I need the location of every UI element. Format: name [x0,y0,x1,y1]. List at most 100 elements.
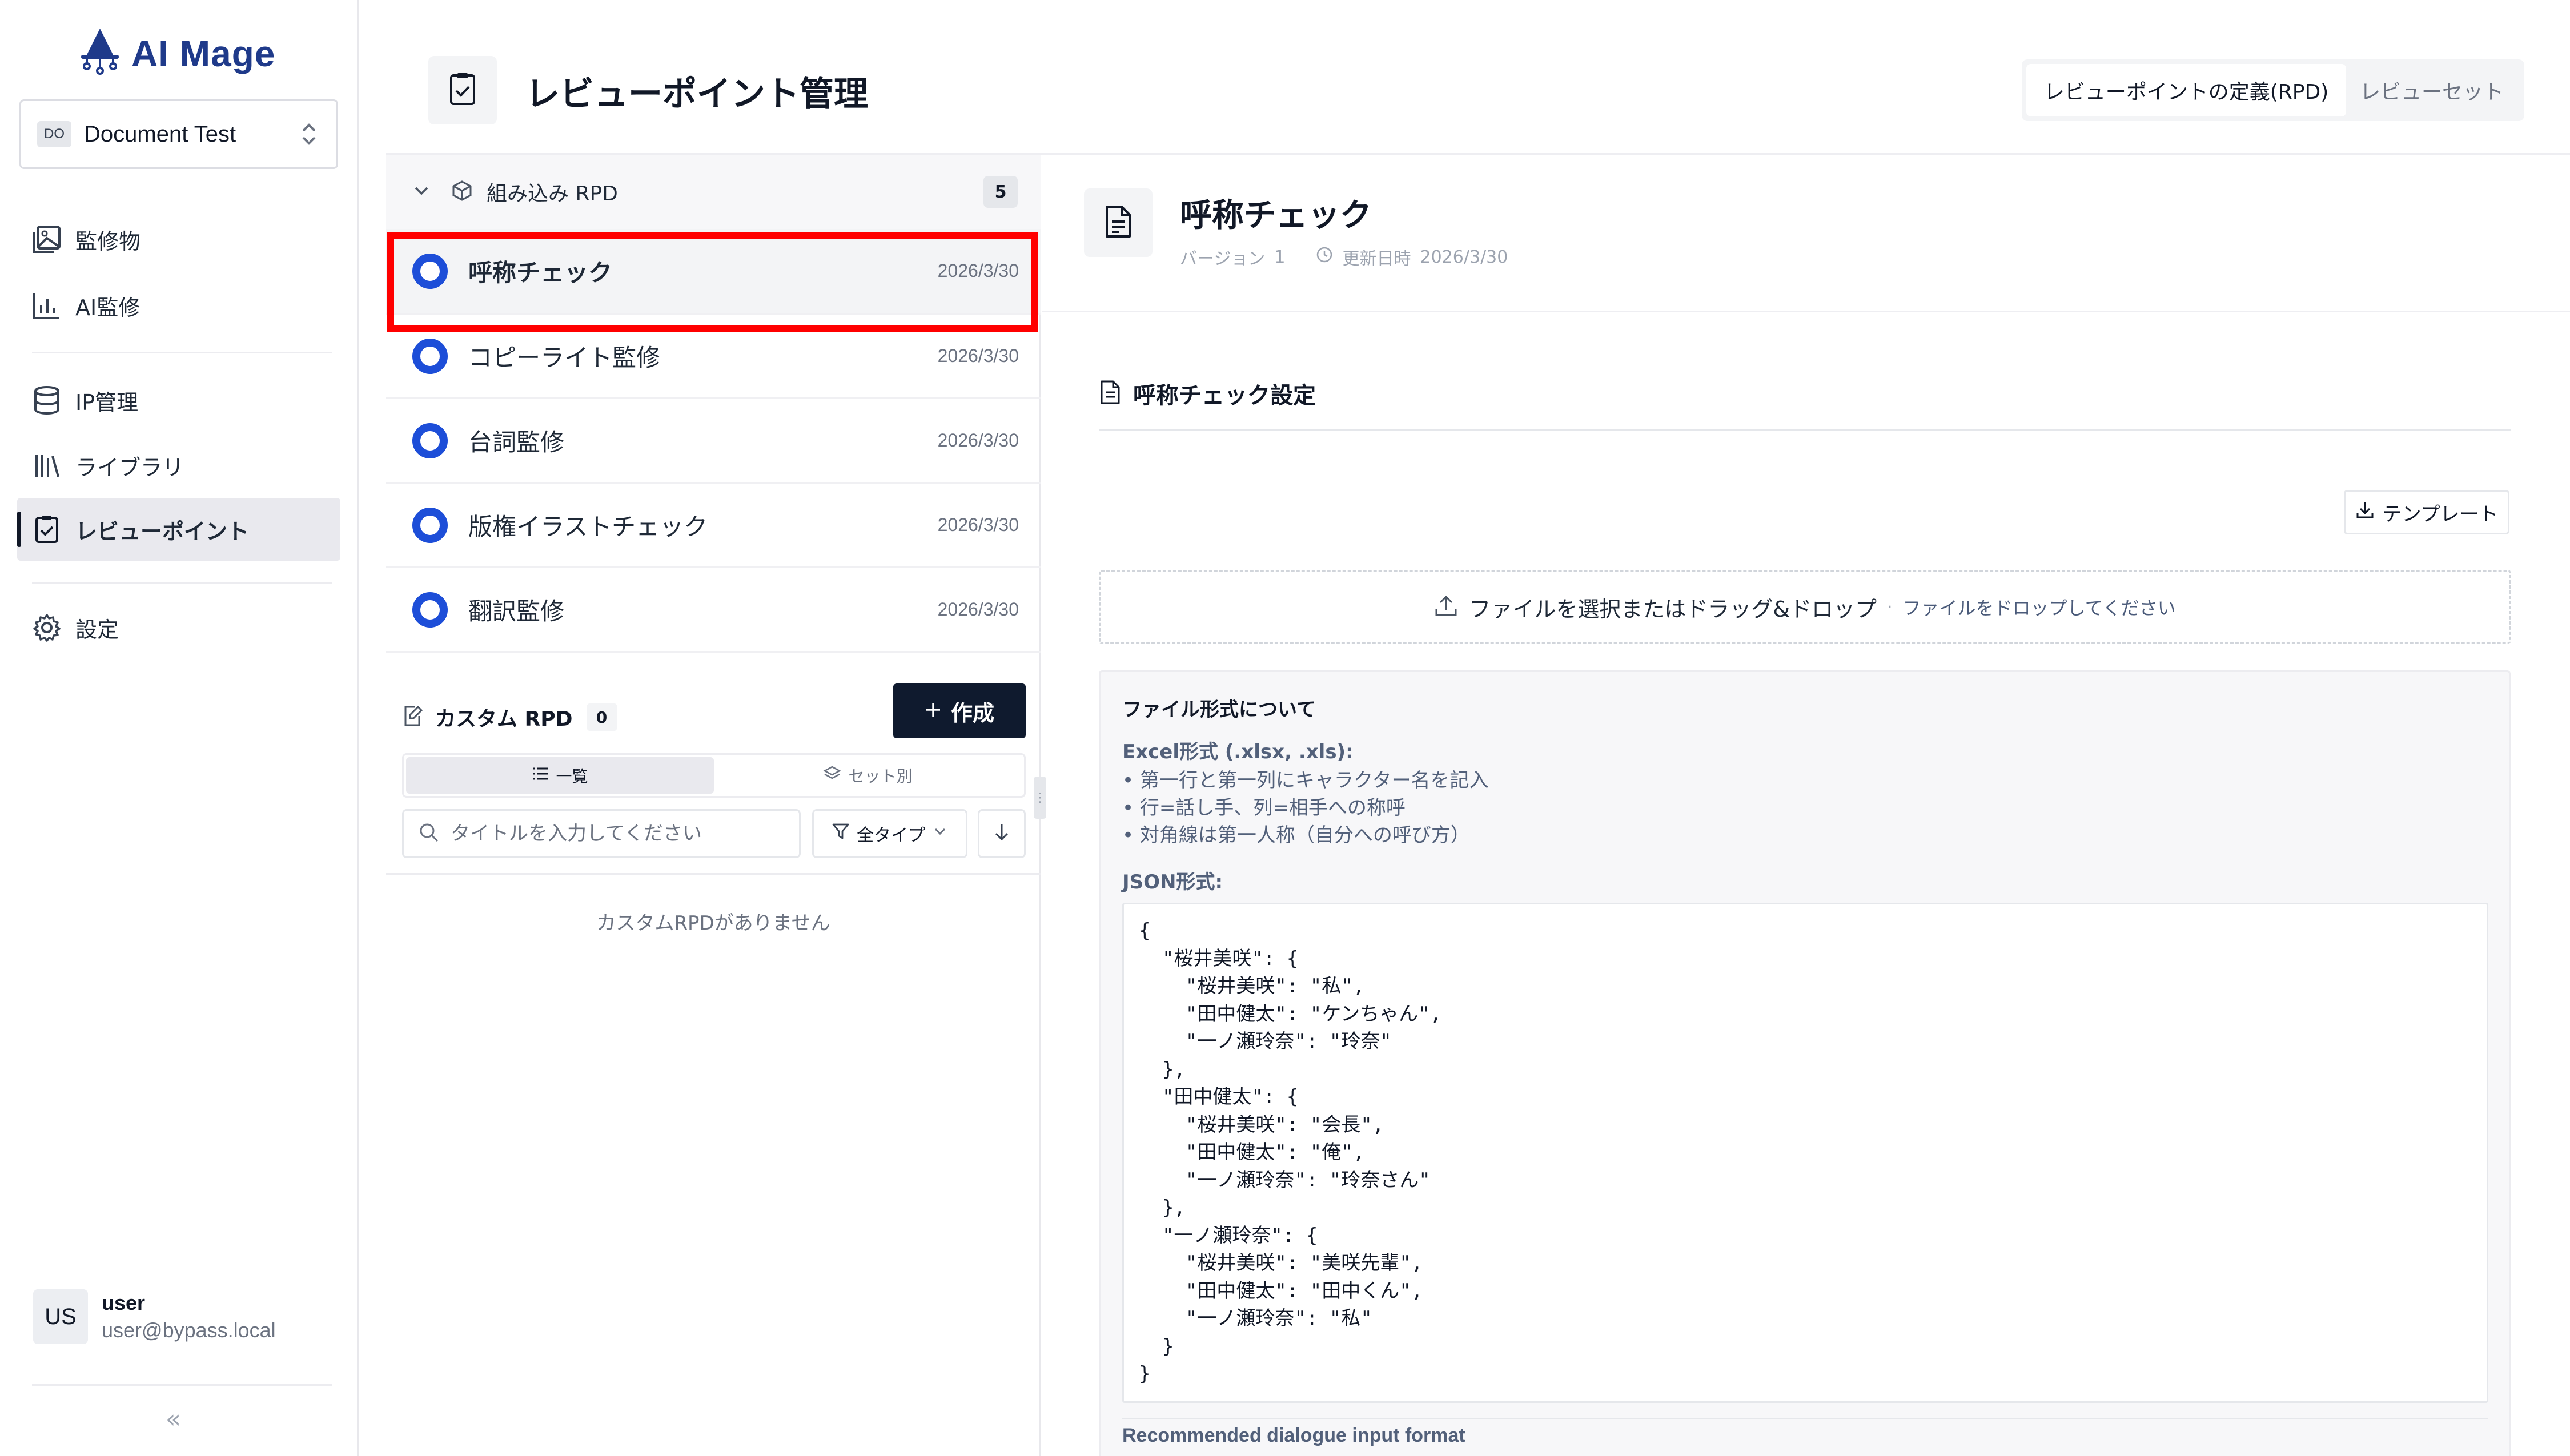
type-filter-value: 全タイプ [857,826,925,846]
dropzone-hint: ファイルをドロップしてください [1902,597,2176,619]
bar-chart-icon [31,289,63,321]
updated-label: 更新日時 [1342,249,1411,269]
version-label: バージョン [1180,249,1266,269]
list-icon [532,766,549,785]
version-value: 1 [1274,247,1286,267]
page-icon [428,56,497,124]
custom-rpd-count: 0 [586,703,617,731]
builtin-rpd-header[interactable]: 組み込み RPD 5 [386,155,1041,229]
search-input[interactable] [451,822,782,845]
detail-title: 呼称チェック [1180,197,1372,234]
rpd-item-naming-check[interactable]: 呼称チェック 2026/3/30 [386,229,1041,315]
sidebar-item-ai-review[interactable]: AI監修 [17,274,340,337]
user-email: user@bypass.local [102,1318,276,1342]
section-divider [1099,429,2511,431]
section-title: 呼称チェック設定 [1133,383,1316,409]
rpd-status-ring-icon [412,338,448,374]
custom-rpd-view-tabs: 一覧 セット別 [402,753,1026,798]
list-item: 対角線は第一人称（自分への呼び方） [1122,822,1489,849]
sidebar-item-ip-management[interactable]: IP管理 [17,369,340,432]
database-icon [31,384,63,416]
dropzone-label: ファイルを選択またはドラッグ&ドロップ [1469,596,1877,622]
updated-value: 2026/3/30 [1420,247,1508,267]
rpd-item-name: 呼称チェック [468,259,613,287]
upload-icon [1433,593,1459,621]
custom-rpd-label: カスタム RPD [435,707,573,731]
tab-review-set[interactable]: レビューセット [2346,64,2517,116]
excel-format-points: 第一行と第一列にキャラクター名を記入 行=話し手、列=相手への称呼 対角線は第一… [1122,767,1489,849]
detail-divider [1042,311,2570,312]
format-divider [1122,1418,2488,1419]
page-title: レビューポイント管理 [525,74,868,114]
rpd-status-ring-icon [412,423,448,458]
document-icon [1099,380,1122,407]
tab-list[interactable]: 一覧 [406,757,714,794]
document-icon [1103,204,1133,241]
rpd-item-name: 台詞監修 [468,428,565,456]
plus-icon [925,698,942,723]
user-profile[interactable]: US user user@bypass.local [33,1289,276,1344]
download-template-button[interactable]: テンプレート [2344,490,2509,534]
file-dropzone[interactable]: ファイルを選択またはドラッグ&ドロップ · ファイルをドロップしてください [1099,570,2511,644]
format-info-title: ファイル形式について [1122,698,1316,721]
json-format-heading: JSON形式: [1122,871,1223,894]
panel-resize-handle[interactable]: ⋮ [1034,777,1046,819]
rpd-item-copyright-review[interactable]: コピーライト監修 2026/3/30 [386,315,1041,399]
type-filter-select[interactable]: 全タイプ [812,809,967,858]
excel-format-heading: Excel形式 (.xlsx, .xls): [1122,741,1354,763]
rpd-item-dialogue-review[interactable]: 台詞監修 2026/3/30 [386,399,1041,484]
workspace-selector[interactable]: DO Document Test [19,99,338,169]
sidebar-item-label: 監修物 [75,228,141,254]
file-format-info: ファイル形式について Excel形式 (.xlsx, .xls): 第一行と第一… [1099,670,2511,1456]
rpd-status-ring-icon [412,592,448,628]
cube-icon [451,180,476,204]
template-label: テンプレート [2382,502,2499,526]
rpd-search [402,809,801,858]
edit-document-icon [401,705,427,730]
download-icon [2355,500,2375,525]
sidebar-divider [32,1384,332,1386]
sidebar-divider [32,352,332,353]
builtin-rpd-count: 5 [983,176,1018,208]
create-rpd-button[interactable]: 作成 [893,683,1026,738]
sidebar-item-library[interactable]: ライブラリ [17,434,340,497]
sidebar-item-label: IP管理 [75,389,139,415]
sidebar-item-label: AI監修 [75,295,140,320]
rpd-item-translation-review[interactable]: 翻訳監修 2026/3/30 [386,568,1041,653]
sidebar-item-settings[interactable]: 設定 [17,596,340,659]
user-name: user [102,1291,146,1314]
search-icon [419,822,439,845]
sidebar-item-deliverables[interactable]: 監修物 [17,208,340,271]
tab-label: 一覧 [556,767,588,786]
chevron-up-down-icon [298,117,320,151]
sidebar-item-label: ライブラリ [75,455,184,480]
app-logo[interactable]: AI Mage [79,27,275,80]
library-icon [31,449,63,481]
clipboard-check-icon [31,513,63,545]
view-toggle: レビューポイントの定義(RPD) レビューセット [2022,59,2524,121]
rpd-item-licensed-illustration-check[interactable]: 版権イラストチェック 2026/3/30 [386,484,1041,568]
sidebar-divider [32,582,332,584]
detail-icon [1084,188,1153,257]
workspace-name: Document Test [84,121,236,147]
list-divider [386,873,1041,875]
list-item: 行=話し手、列=相手への称呼 [1122,794,1489,822]
image-gallery-icon [31,223,63,255]
rpd-item-date: 2026/3/30 [937,430,1019,451]
rpd-item-name: 版権イラストチェック [468,513,708,541]
sidebar-item-label: レビューポイント [75,518,250,544]
sidebar-item-review-points[interactable]: レビューポイント [17,498,340,561]
tab-by-set[interactable]: セット別 [714,757,1022,794]
app-name: AI Mage [131,33,276,74]
layers-icon [823,765,842,786]
settings-section-header: 呼称チェック設定 [1099,377,1316,410]
chevron-down-icon [932,823,948,844]
tab-label: セット別 [848,767,913,786]
rpd-item-date: 2026/3/30 [937,514,1019,535]
rpd-item-date: 2026/3/30 [937,260,1019,281]
rpd-item-name: 翻訳監修 [468,597,565,625]
collapse-sidebar-button[interactable]: « [166,1405,181,1434]
list-item: 第一行と第一列にキャラクター名を記入 [1122,767,1489,794]
tab-rpd-definition[interactable]: レビューポイントの定義(RPD) [2026,64,2346,116]
sort-button[interactable] [978,809,1026,858]
